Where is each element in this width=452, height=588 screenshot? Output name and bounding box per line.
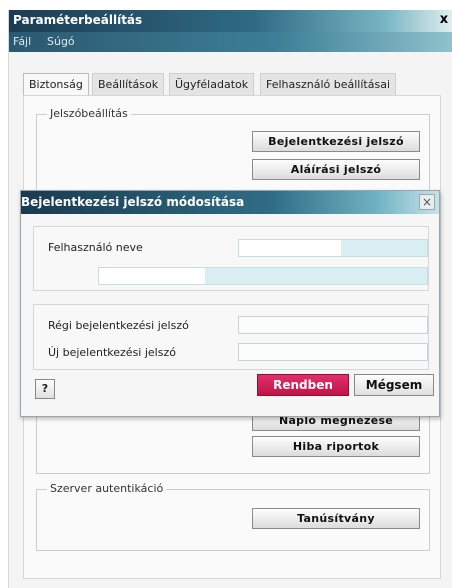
password-group-legend: Jelszóbeállítás [47, 107, 131, 120]
ok-button[interactable]: Rendben [257, 374, 349, 396]
username-section: Felhasználó neve [33, 226, 429, 291]
change-password-dialog: Bejelentkezési jelszó módosítása × Felha… [20, 190, 440, 417]
username-secondary-field[interactable] [98, 267, 428, 285]
dialog-title: Bejelentkezési jelszó módosítása [21, 195, 245, 209]
new-password-input[interactable] [238, 343, 428, 361]
close-icon[interactable]: × [419, 194, 435, 210]
menu-bar: Fájl Súgó [9, 32, 452, 52]
tab-settings[interactable]: Beállítások [92, 73, 165, 95]
password-section: Régi bejelentkezési jelszó Új bejelentke… [33, 304, 429, 370]
window-title: Paraméterbeállítás [13, 13, 143, 27]
username-field[interactable] [238, 239, 428, 257]
tab-client-data[interactable]: Ügyféladatok [169, 73, 255, 95]
tab-user-settings[interactable]: Felhasználó beállításai [260, 73, 397, 95]
title-bar: Paraméterbeállítás x [9, 10, 452, 32]
old-password-label: Régi bejelentkezési jelszó [48, 319, 189, 332]
password-group: Jelszóbeállítás Bejelentkezési jelszó Al… [36, 107, 430, 194]
username-label: Felhasználó neve [48, 241, 143, 254]
error-reports-button[interactable]: Hiba riportok [252, 436, 420, 457]
server-auth-legend: Szerver autentikáció [47, 482, 167, 495]
dialog-title-bar: Bejelentkezési jelszó módosítása × [21, 191, 439, 214]
login-password-button[interactable]: Bejelentkezési jelszó [252, 131, 420, 152]
close-icon[interactable]: x [437, 13, 451, 27]
new-password-label: Új bejelentkezési jelszó [48, 346, 176, 359]
tab-security[interactable]: Biztonság [23, 73, 89, 97]
certificate-button[interactable]: Tanúsítvány [252, 508, 420, 529]
menu-help[interactable]: Súgó [47, 35, 75, 48]
cancel-button[interactable]: Mégsem [354, 374, 434, 396]
old-password-input[interactable] [238, 316, 428, 334]
server-auth-group: Szerver autentikáció Tanúsítvány [36, 482, 430, 551]
signature-password-button[interactable]: Aláírási jelszó [252, 159, 420, 180]
help-button[interactable]: ? [35, 379, 55, 399]
menu-file[interactable]: Fájl [13, 35, 31, 48]
